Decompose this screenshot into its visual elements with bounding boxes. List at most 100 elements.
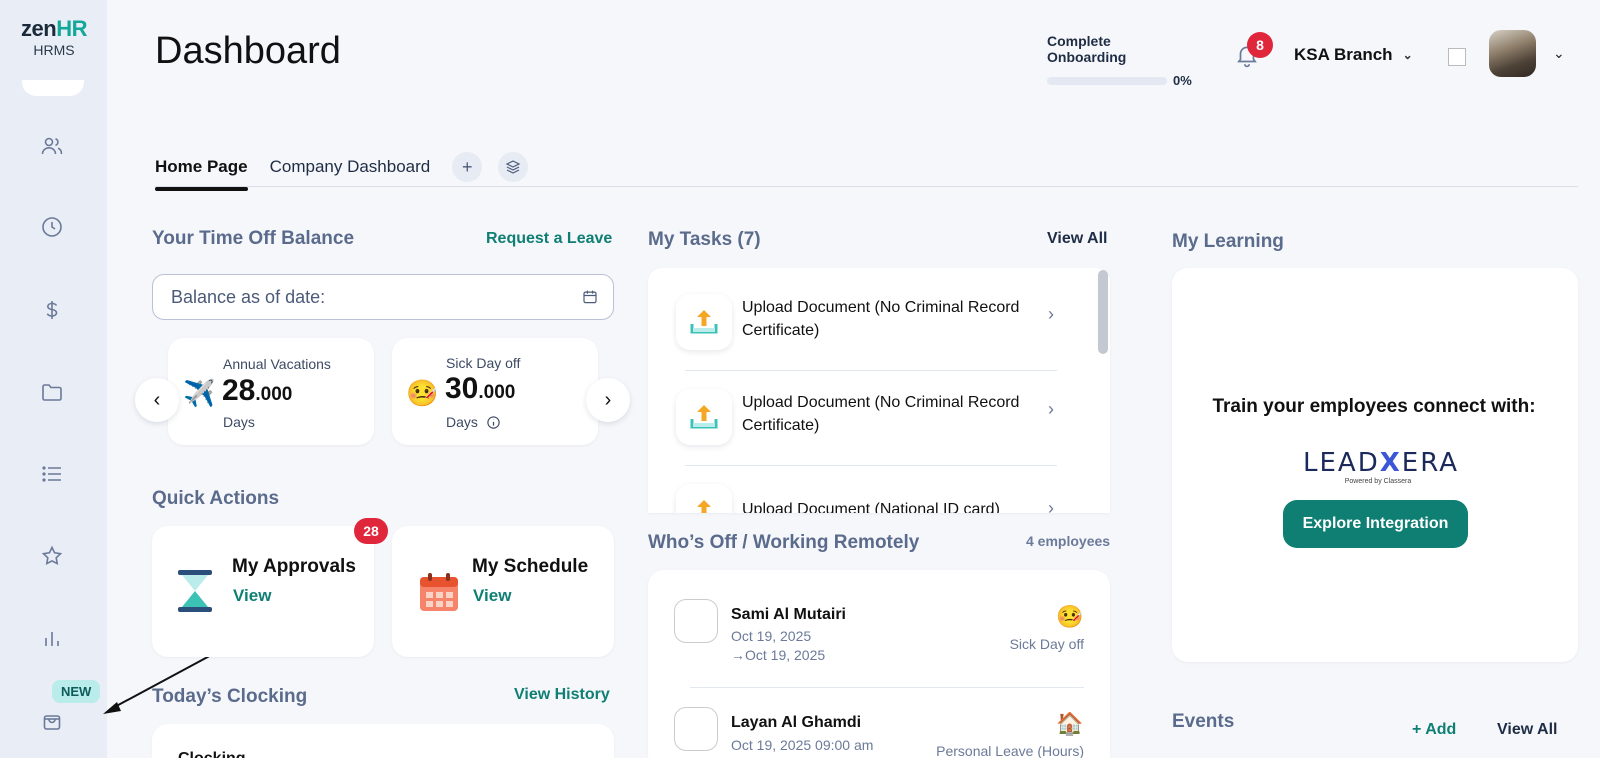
- chevron-down-icon: ⌄: [1402, 48, 1413, 62]
- approvals-view-link[interactable]: View: [233, 586, 271, 606]
- logo-hr-text: HR: [56, 16, 87, 41]
- chevron-right-icon: ›: [604, 388, 612, 411]
- chevron-down-icon[interactable]: ⌄: [1553, 45, 1565, 62]
- task-divider: [685, 370, 1057, 371]
- explore-integration-button[interactable]: Explore Integration: [1283, 500, 1468, 548]
- person-leave-type: Sick Day off: [1009, 636, 1084, 652]
- person-avatar[interactable]: [674, 707, 718, 751]
- leave-value: 30.000: [445, 372, 515, 406]
- task-text[interactable]: Upload Document (National ID card): [742, 498, 1062, 513]
- add-tab-button[interactable]: +: [452, 152, 483, 182]
- onboarding-percent: 0%: [1173, 73, 1192, 88]
- dashboard-tabs: Home Page Company Dashboard +: [155, 152, 544, 196]
- whos-off-count: 4 employees: [1026, 533, 1111, 549]
- task-text[interactable]: Upload Document (No Criminal Record Cert…: [742, 296, 1052, 342]
- time-off-title: Your Time Off Balance: [152, 228, 355, 249]
- leave-value-int: 30: [445, 372, 479, 405]
- approvals-title: My Approvals: [232, 556, 356, 577]
- person-date-from: Oct 19, 2025 09:00 am: [731, 737, 874, 753]
- plus-icon: +: [461, 156, 473, 177]
- tasks-scrollbar[interactable]: [1098, 270, 1108, 354]
- leave-label: Sick Day off: [446, 355, 521, 371]
- leadxera-logo: LEADXERA Powered by Classera: [1303, 448, 1457, 485]
- events-title: Events: [1172, 711, 1235, 732]
- learning-title: My Learning: [1172, 231, 1284, 252]
- calendar-schedule-icon: [420, 573, 458, 611]
- leave-unit: Days: [223, 414, 255, 430]
- users-icon[interactable]: [38, 132, 66, 160]
- events-add-link[interactable]: + Add: [1412, 721, 1456, 739]
- task-text[interactable]: Upload Document (No Criminal Record Cert…: [742, 391, 1052, 437]
- list-icon[interactable]: [38, 460, 66, 488]
- layers-icon: [505, 160, 521, 174]
- carousel-prev-button[interactable]: ‹: [135, 378, 179, 422]
- notification-badge: 8: [1247, 32, 1273, 58]
- company-logo-image: [1448, 48, 1466, 66]
- calendar-icon[interactable]: [581, 288, 599, 306]
- quick-actions-title: Quick Actions: [152, 488, 280, 509]
- upload-icon: [676, 389, 732, 445]
- events-view-all-link[interactable]: View All: [1497, 721, 1557, 739]
- request-leave-link[interactable]: Request a Leave: [486, 230, 612, 248]
- chevron-left-icon: ‹: [153, 388, 161, 411]
- chevron-right-icon[interactable]: ›: [1048, 399, 1054, 420]
- learning-text: Train your employees connect with:: [1212, 396, 1536, 417]
- layers-button[interactable]: [498, 152, 529, 182]
- house-icon: 🏠: [1056, 711, 1084, 736]
- new-badge: NEW: [52, 680, 101, 703]
- clocking-title: Today’s Clocking: [152, 686, 308, 707]
- whos-off-title: Who’s Off / Working Remotely: [648, 532, 920, 553]
- carousel-next-button[interactable]: ›: [586, 378, 630, 422]
- tasks-list: Upload Document (No Criminal Record Cert…: [648, 268, 1110, 513]
- person-date-from: Oct 19, 2025: [731, 628, 812, 644]
- person-leave-type: Personal Leave (Hours): [936, 743, 1084, 758]
- brand-subtitle: Powered by Classera: [1344, 478, 1412, 485]
- balance-date-input[interactable]: Balance as of date:: [152, 274, 614, 320]
- person-name[interactable]: Layan Al Ghamdi: [731, 714, 861, 732]
- brand-part: X: [1379, 448, 1402, 478]
- person-name[interactable]: Sami Al Mutairi: [731, 606, 846, 624]
- brand-part: LEAD: [1303, 448, 1380, 478]
- person-avatar[interactable]: [674, 599, 718, 643]
- onboarding-bar: [1047, 76, 1167, 85]
- chevron-right-icon[interactable]: ›: [1048, 498, 1054, 513]
- airplane-icon: ✈️: [183, 378, 216, 408]
- info-icon[interactable]: [486, 415, 501, 430]
- schedule-title: My Schedule: [472, 556, 589, 577]
- leave-label: Annual Vacations: [223, 356, 331, 372]
- star-icon[interactable]: [38, 542, 66, 570]
- leave-value: 28.000: [222, 374, 292, 408]
- dollar-icon[interactable]: [38, 296, 66, 324]
- clock-icon[interactable]: [38, 213, 66, 241]
- person-date-to: Oct 19, 2025: [745, 647, 826, 663]
- leave-unit-text: Days: [446, 414, 478, 430]
- sidebar-active-pill[interactable]: [22, 80, 84, 96]
- app-logo[interactable]: zenHR HRMS: [12, 16, 96, 58]
- onboarding-progress[interactable]: Complete Onboarding 0%: [1047, 33, 1192, 88]
- balance-date-placeholder: Balance as of date:: [171, 286, 326, 307]
- clocking-card-label: Clocking: [178, 750, 246, 758]
- hourglass-icon: [178, 570, 212, 612]
- person-divider: [690, 687, 1084, 688]
- upload-icon: [676, 484, 732, 513]
- leave-value-dec: .000: [255, 384, 293, 405]
- tasks-view-all-link[interactable]: View All: [1047, 230, 1107, 248]
- sick-face-icon: 🤒: [406, 378, 439, 408]
- arrow-right-icon: →: [731, 647, 745, 663]
- approvals-badge: 28: [354, 518, 388, 544]
- folder-icon[interactable]: [38, 378, 66, 406]
- avatar[interactable]: [1489, 30, 1536, 77]
- tasks-title: My Tasks (7): [648, 229, 761, 250]
- upload-icon: [676, 294, 732, 350]
- onboarding-label: Complete Onboarding: [1047, 33, 1127, 65]
- logo-text: zen: [21, 16, 57, 41]
- brand-part: ERA: [1401, 448, 1460, 478]
- schedule-view-link[interactable]: View: [473, 586, 511, 606]
- bar-chart-icon[interactable]: [38, 624, 66, 652]
- shopping-bag-icon[interactable]: [38, 707, 66, 735]
- leave-unit: Days: [446, 414, 501, 430]
- view-history-link[interactable]: View History: [514, 686, 610, 704]
- chevron-right-icon[interactable]: ›: [1048, 304, 1054, 325]
- branch-selector[interactable]: KSA Branch ⌄: [1294, 45, 1413, 65]
- person-date-range: →Oct 19, 2025: [731, 647, 825, 663]
